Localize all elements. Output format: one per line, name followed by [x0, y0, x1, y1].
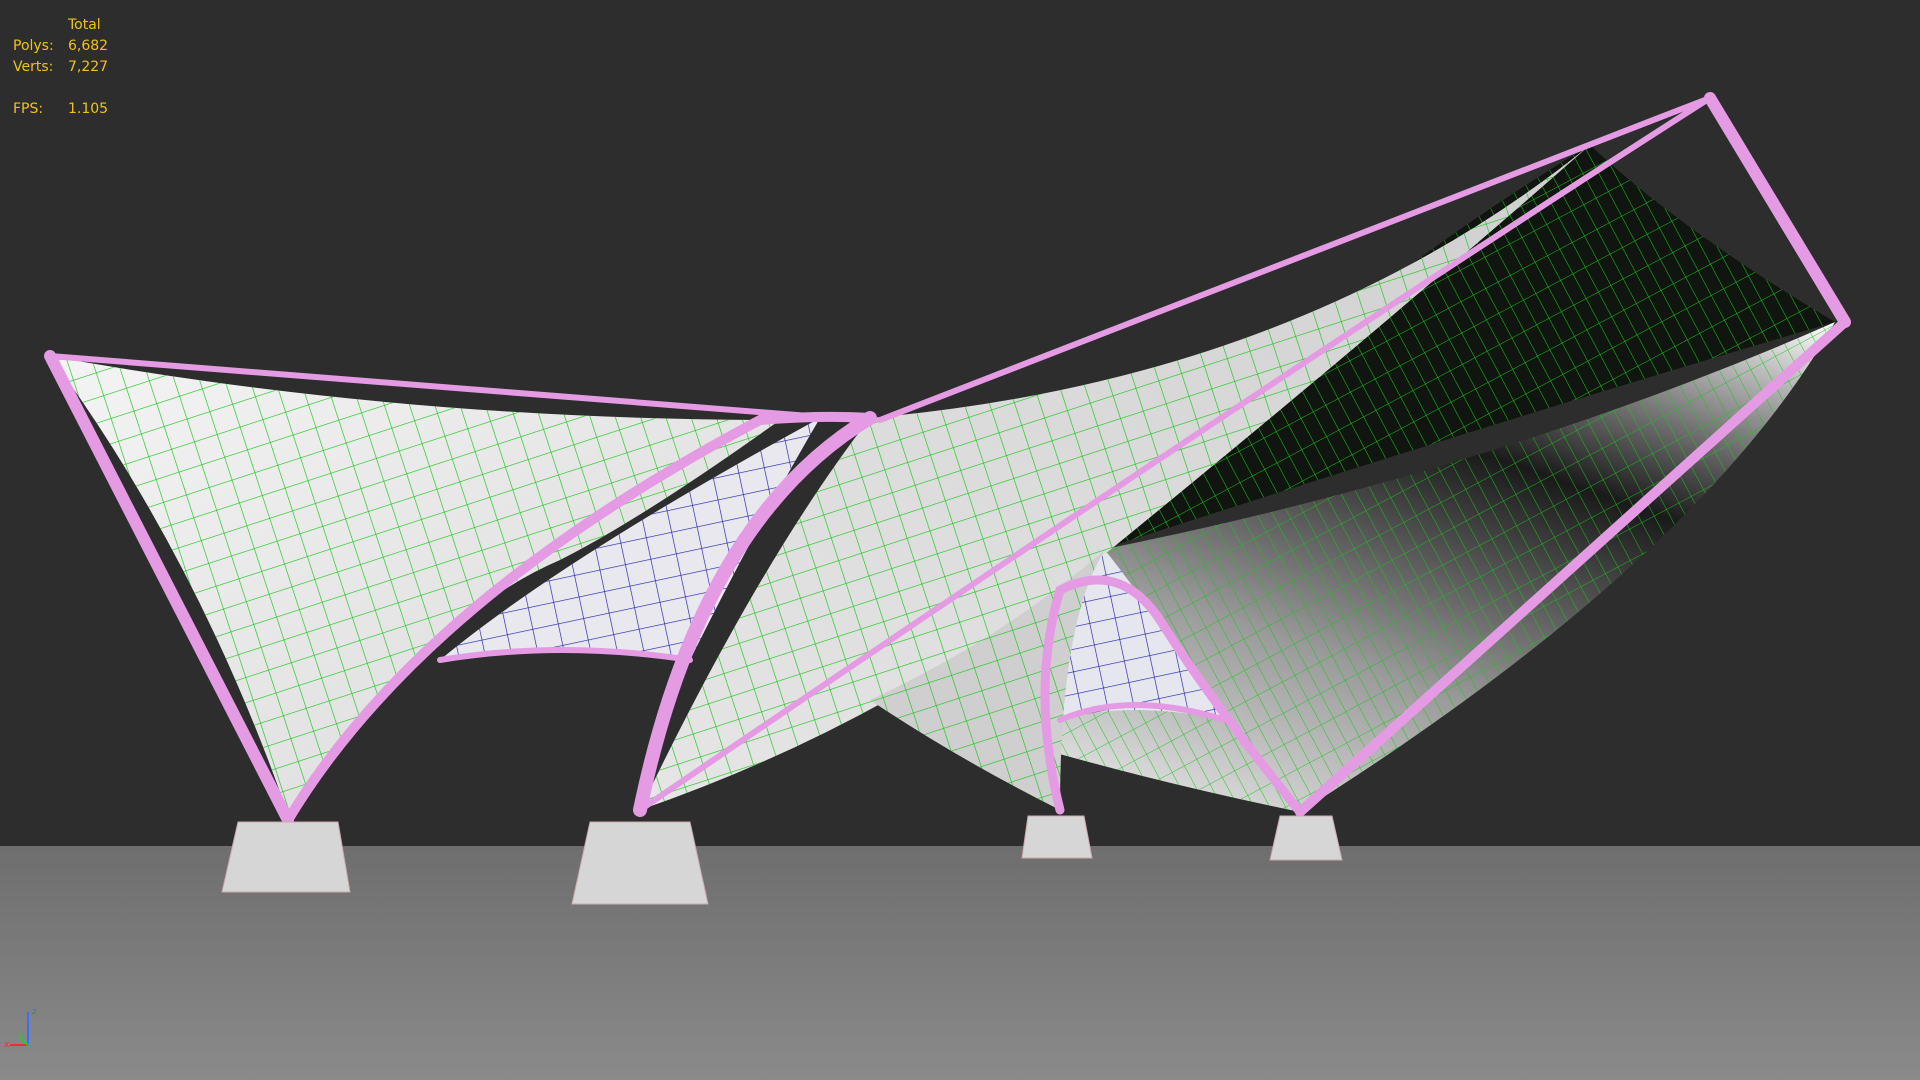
polys-value: 6,682	[68, 38, 109, 54]
footing-2	[571, 821, 709, 905]
3d-viewport[interactable]: Total Polys: 6,682 Verts: 7,227 FPS: 1.105 …	[0, 0, 1920, 1080]
verts-value: 7,227	[68, 59, 109, 75]
verts-label: Verts:	[13, 59, 54, 75]
axis-y-label: y	[18, 1031, 24, 1041]
scene-render	[0, 92, 1920, 1080]
fps-value: 1.105	[68, 101, 109, 117]
footing-3	[1021, 815, 1093, 859]
footing-4	[1269, 815, 1343, 861]
axis-gizmo-icon: z x y	[4, 1007, 37, 1050]
viewport-statistics: Total Polys: 6,682 Verts: 7,227 FPS: 1.105	[13, 15, 108, 120]
polys-label: Polys:	[13, 38, 54, 54]
fps-label: FPS:	[13, 101, 44, 117]
footing-1	[221, 821, 351, 893]
axis-x-label: x	[4, 1040, 10, 1050]
stats-header: Total	[68, 17, 101, 33]
axis-z-label: z	[32, 1007, 37, 1017]
